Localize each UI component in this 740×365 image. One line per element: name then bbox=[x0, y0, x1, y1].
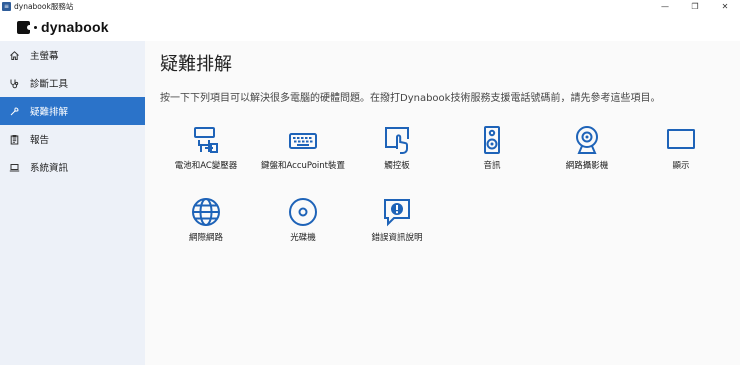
battery-adapter-icon bbox=[161, 123, 251, 155]
tile-webcam[interactable]: 網路攝影機 bbox=[542, 123, 632, 171]
speaker-icon bbox=[447, 123, 537, 155]
sidebar-item-label: 疑難排解 bbox=[30, 107, 69, 118]
sidebar-item-label: 診斷工具 bbox=[30, 79, 69, 90]
page-title: 疑難排解 bbox=[160, 54, 232, 75]
laptop-icon bbox=[9, 162, 20, 173]
tile-touchpad[interactable]: 觸控板 bbox=[352, 123, 442, 171]
sidebar-item-label: 主螢幕 bbox=[30, 51, 59, 62]
tile-error-info[interactable]: 錯誤資訊說明 bbox=[352, 195, 442, 243]
sidebar-item-label: 系統資訊 bbox=[30, 163, 69, 174]
error-message-icon bbox=[352, 195, 442, 227]
sidebar-item-system-info[interactable]: 系統資訊 bbox=[0, 153, 145, 181]
tile-display[interactable]: 顯示 bbox=[636, 123, 726, 171]
sidebar-item-label: 報告 bbox=[30, 135, 50, 146]
tile-label: 錯誤資訊說明 bbox=[371, 233, 423, 243]
app-window: ≡ dynabook服務站 — ❐ ✕ dynabook 主螢幕 診斷工具 疑難… bbox=[0, 0, 740, 365]
tile-label: 顯示 bbox=[672, 161, 690, 171]
display-icon bbox=[636, 123, 726, 155]
dynabook-logo: dynabook bbox=[17, 19, 109, 35]
logo-mark-icon bbox=[17, 20, 32, 34]
sidebar-item-diagnostics[interactable]: 診斷工具 bbox=[0, 69, 145, 97]
webcam-icon bbox=[542, 123, 632, 155]
tile-keyboard[interactable]: 鍵盤和AccuPoint裝置 bbox=[258, 123, 348, 171]
restore-button[interactable]: ❐ bbox=[680, 0, 710, 13]
tile-optical-drive[interactable]: 光碟機 bbox=[258, 195, 348, 243]
tile-label: 觸控板 bbox=[384, 161, 410, 171]
sidebar-item-troubleshooting[interactable]: 疑難排解 bbox=[0, 97, 145, 125]
sidebar-item-reports[interactable]: 報告 bbox=[0, 125, 145, 153]
tile-label: 電池和AC變壓器 bbox=[174, 161, 238, 171]
logo-dot-icon bbox=[34, 25, 37, 29]
tile-label: 網路攝影機 bbox=[565, 161, 609, 171]
sidebar-nav: 主螢幕 診斷工具 疑難排解 報告 系統資訊 bbox=[0, 41, 145, 181]
sidebar: 主螢幕 診斷工具 疑難排解 報告 系統資訊 bbox=[0, 41, 145, 365]
logo-text: dynabook bbox=[41, 19, 109, 35]
app-icon: ≡ bbox=[2, 2, 11, 11]
tile-battery-adapter[interactable]: 電池和AC變壓器 bbox=[161, 123, 251, 171]
tile-label: 音訊 bbox=[483, 161, 501, 171]
wrench-icon bbox=[9, 106, 20, 117]
clipboard-icon bbox=[9, 134, 20, 145]
stethoscope-icon bbox=[9, 78, 20, 89]
tile-audio[interactable]: 音訊 bbox=[447, 123, 537, 171]
tile-internet[interactable]: 網際網路 bbox=[161, 195, 251, 243]
brand-bar: dynabook bbox=[0, 13, 740, 41]
keyboard-icon bbox=[258, 123, 348, 155]
title-bar: ≡ dynabook服務站 — ❐ ✕ bbox=[0, 0, 740, 13]
tile-label: 光碟機 bbox=[290, 233, 316, 243]
window-controls: — ❐ ✕ bbox=[650, 0, 740, 13]
optical-disc-icon bbox=[258, 195, 348, 227]
sidebar-item-home[interactable]: 主螢幕 bbox=[0, 41, 145, 69]
page-description: 按一下下列項目可以解決很多電腦的硬體問題。在撥打Dynabook技術服務支援電話… bbox=[160, 93, 661, 104]
tile-label: 網際網路 bbox=[188, 233, 223, 243]
window-title: dynabook服務站 bbox=[14, 2, 74, 11]
minimize-button[interactable]: — bbox=[650, 0, 680, 13]
globe-icon bbox=[161, 195, 251, 227]
home-icon bbox=[9, 50, 20, 61]
close-button[interactable]: ✕ bbox=[710, 0, 740, 13]
tile-label: 鍵盤和AccuPoint裝置 bbox=[260, 161, 345, 171]
touchpad-icon bbox=[352, 123, 442, 155]
main-content: 疑難排解 按一下下列項目可以解決很多電腦的硬體問題。在撥打Dynabook技術服… bbox=[145, 41, 740, 365]
